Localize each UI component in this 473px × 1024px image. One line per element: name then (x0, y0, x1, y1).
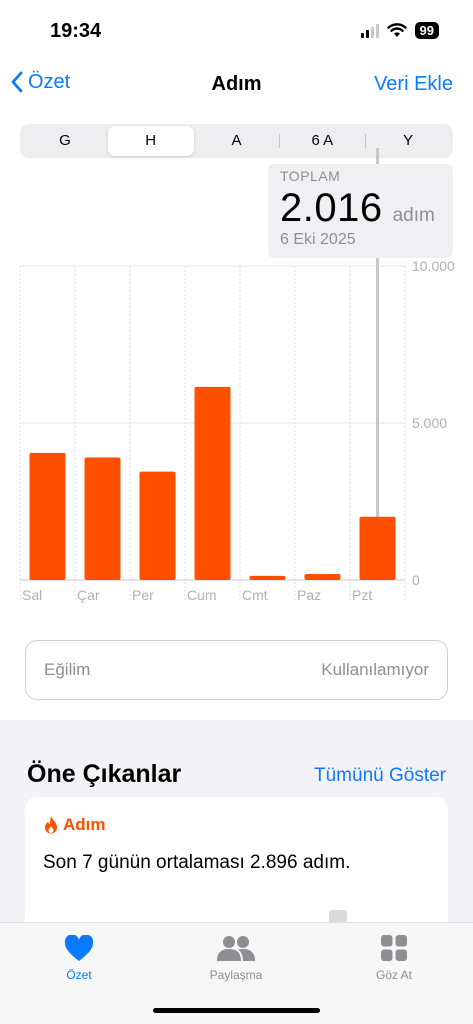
tab-label-sharing: Paylaşma (209, 968, 263, 982)
tab-summary[interactable]: Özet (19, 933, 139, 982)
tab-label-summary: Özet (66, 968, 92, 982)
highlights-title: Öne Çıkanlar (27, 760, 182, 788)
highlight-card-header: Adım (43, 815, 106, 835)
bar (359, 516, 396, 580)
add-data-button[interactable]: Veri Ekle (374, 73, 453, 96)
flame-icon (45, 816, 57, 834)
y-tick-label: 5.000 (412, 415, 447, 431)
navigation-bar: Özet Adım Veri Ekle (0, 62, 473, 110)
cellular-signal-icon (360, 23, 379, 38)
heart-icon (64, 934, 94, 961)
tooltip-date: 6 Eki 2025 (280, 231, 356, 248)
bar (84, 457, 121, 580)
x-tick-label: Sal (22, 587, 42, 603)
bar (249, 575, 286, 580)
x-tick-label: Cmt (242, 587, 268, 603)
selection-tooltip: TOPLAM 2.016 adım 6 Eki 2025 (268, 164, 453, 258)
status-time: 19:34 (50, 20, 102, 42)
tab-browse[interactable]: Göz At (334, 933, 454, 982)
bar (194, 386, 231, 580)
bar (304, 574, 341, 580)
status-bar: 19:34 99 (0, 0, 473, 62)
trend-label: Eğilim (44, 660, 91, 679)
tooltip-unit: adım (392, 205, 435, 226)
bar (139, 471, 176, 580)
x-tick-label: Pzt (352, 587, 372, 603)
tab-label-browse: Göz At (375, 968, 413, 982)
x-tick-label: Per (132, 587, 154, 603)
x-tick-label: Çar (77, 587, 100, 603)
highlight-category: Adım (63, 815, 106, 834)
grid-icon (381, 935, 407, 961)
trend-value: Kullanılamıyor (321, 660, 429, 679)
battery-indicator: 99 (414, 22, 439, 39)
tooltip-label: TOPLAM (280, 168, 341, 184)
bar (29, 452, 66, 580)
x-tick-label: Paz (297, 587, 321, 603)
show-all-link[interactable]: Tümünü Göster (314, 765, 446, 787)
people-icon (217, 936, 255, 961)
y-tick-label: 10.000 (412, 258, 455, 274)
home-indicator (153, 1008, 320, 1013)
y-tick-label: 0 (412, 572, 420, 588)
chart-panel: G H A 6 A Y 10.000 5.000 0 Sal Çar Per Cum Cmt P… (0, 110, 473, 720)
tab-sharing[interactable]: Paylaşma (176, 933, 296, 982)
x-tick-label: Cum (187, 587, 217, 603)
status-icons: 99 (360, 22, 439, 39)
tooltip-value: 2.016 (280, 186, 383, 230)
trend-card[interactable]: Eğilim Kullanılamıyor (25, 640, 448, 700)
highlight-text: Son 7 günün ortalaması 2.896 adım. (43, 852, 351, 873)
wifi-icon (386, 23, 407, 37)
